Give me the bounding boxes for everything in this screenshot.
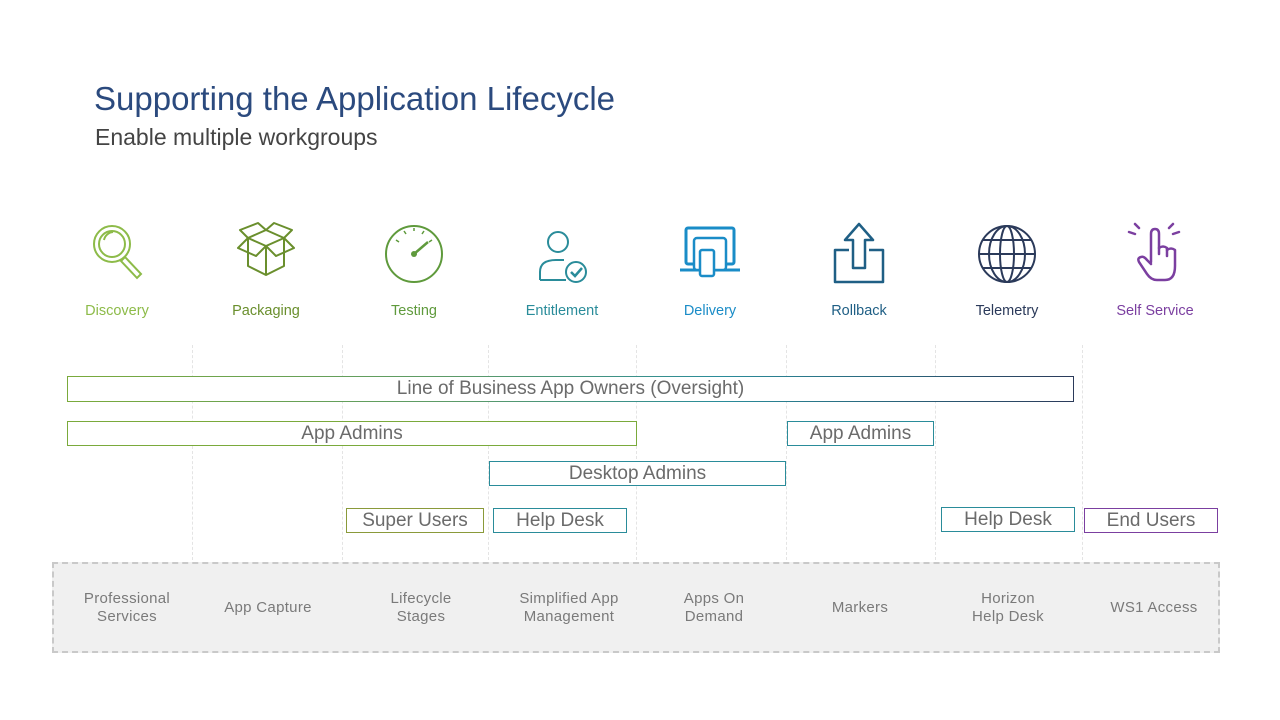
tool-professional-services: Professional Services [83,589,171,625]
tool-horizon-help-desk: Horizon Help Desk [972,589,1044,625]
stage-packaging: Packaging [192,218,340,328]
workgroup-line-of-business-owners: Line of Business App Owners (Oversight) [67,376,1074,402]
stage-label: Self Service [1116,303,1194,319]
magnifier-icon [87,218,147,290]
gauge-icon [384,218,444,290]
column-divider [1082,345,1083,560]
tool-apps-on-demand: Apps On Demand [683,589,745,625]
workgroup-app-admins: App Admins [67,421,637,446]
touch-hand-icon [1125,218,1185,290]
workgroup-help-desk: Help Desk [941,507,1075,532]
share-up-icon [829,218,889,290]
tools-strip: Professional Services App Capture Lifecy… [52,562,1220,653]
workgroup-app-admins: App Admins [787,421,934,446]
tool-markers: Markers [831,598,889,616]
stage-testing: Testing [340,218,488,328]
stage-telemetry: Telemetry [933,218,1081,328]
tool-ws1-access: WS1 Access [1110,598,1198,616]
stage-rollback: Rollback [785,218,933,328]
stage-delivery: Delivery [636,218,784,328]
user-check-icon [532,218,592,290]
globe-icon [977,218,1037,290]
stage-label: Entitlement [525,303,599,319]
devices-icon [680,218,740,290]
stage-entitlement: Entitlement [488,218,636,328]
slide-subtitle: Enable multiple workgroups [95,124,378,150]
tool-app-capture: App Capture [224,598,312,616]
stage-label: Testing [391,303,437,319]
workgroup-help-desk: Help Desk [493,508,627,533]
workgroup-end-users: End Users [1084,508,1218,533]
tool-lifecycle-stages: Lifecycle Stages [390,589,452,625]
stage-label: Rollback [831,303,887,319]
package-box-icon [236,218,296,290]
stage-label: Delivery [683,303,737,319]
stage-label: Packaging [232,303,300,319]
workgroup-super-users: Super Users [346,508,484,533]
slide-title: Supporting the Application Lifecycle [94,80,616,117]
stage-self-service: Self Service [1081,218,1229,328]
tool-simplified-app-management: Simplified App Management [519,589,619,625]
stage-discovery: Discovery [43,218,191,328]
stage-label: Discovery [85,303,149,319]
stage-label: Telemetry [975,303,1039,319]
workgroup-desktop-admins: Desktop Admins [489,461,786,486]
